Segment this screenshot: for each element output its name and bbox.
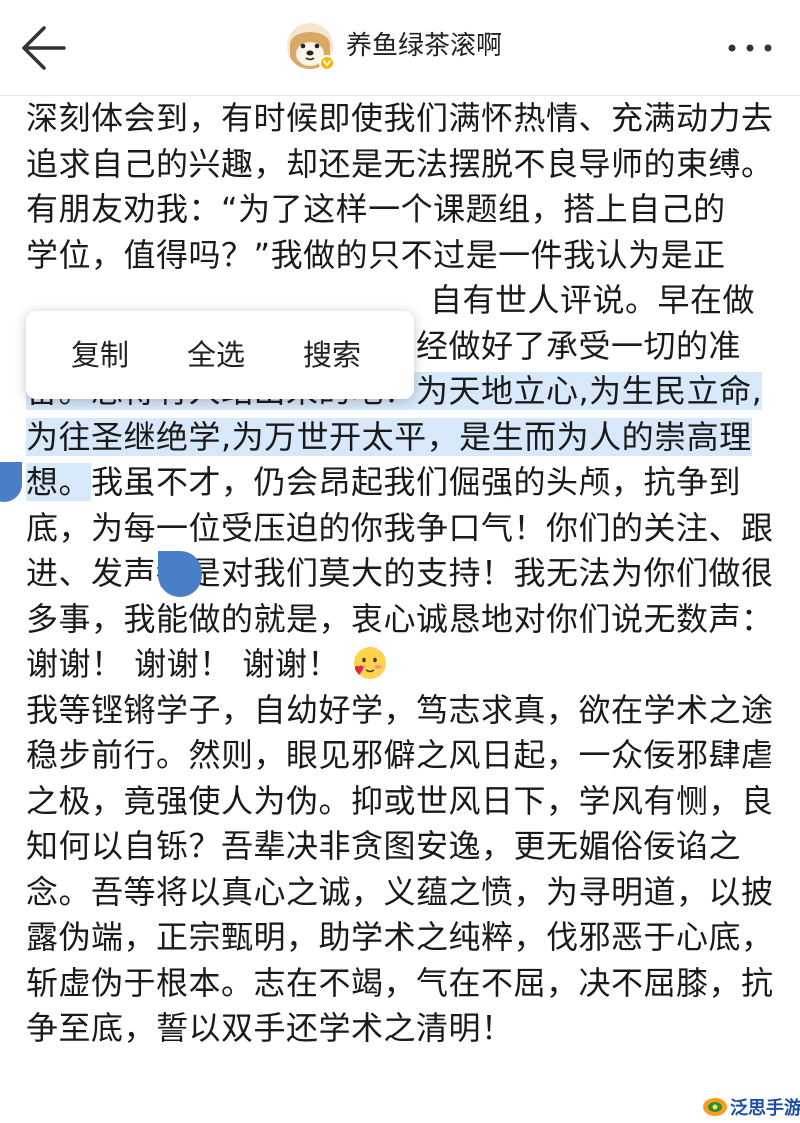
paragraph: 有朋友劝我：“为了这样一个课题组，搭上自己的 学位，值得吗？”我做的只不过是一件… <box>26 187 776 688</box>
top-bar: 养鱼绿茶滚啊 <box>0 0 800 96</box>
paragraph: 深刻体会到，有时候即使我们满怀热情、充满动力去追求自己的兴趣，却还是无法摆脱不良… <box>26 99 774 183</box>
watermark-logo-icon <box>703 1098 727 1116</box>
avatar[interactable] <box>286 22 335 71</box>
text-line: 有朋友劝我：“为了这样一个课题组，搭上自己的 <box>26 190 726 228</box>
more-options-icon[interactable] <box>720 28 780 68</box>
page-title: 养鱼绿茶滚啊 <box>346 31 503 61</box>
watermark: 泛思手游网 <box>702 1093 800 1119</box>
dog-avatar-icon <box>287 23 335 71</box>
back-arrow-icon[interactable] <box>14 18 78 78</box>
text-line: 自有世人评说。早在做 <box>430 281 756 319</box>
article-body: 深刻体会到，有时候即使我们满怀热情、充满动力去追求自己的兴趣，却还是无法摆脱不良… <box>26 96 776 1052</box>
select-all-button[interactable]: 全选 <box>187 311 245 399</box>
text-selection-menu: 复制 全选 搜索 <box>26 311 414 399</box>
selection-start-handle[interactable] <box>0 462 22 502</box>
text-run: 我虽不才，仍会昂起我们倔强的头颅，抗争到底，为每一位受压迫的你我争口气！你们的关… <box>26 463 774 683</box>
blushing-emoji-icon <box>353 647 386 679</box>
search-button[interactable]: 搜索 <box>303 311 361 399</box>
paragraph: 我等铿锵学子，自幼好学，笃志求真，欲在学术之途稳步前行。然则，眼见邪僻之风日起，… <box>26 690 774 1048</box>
watermark-text: 泛思手游网 <box>730 1098 800 1119</box>
selection-end-handle[interactable] <box>158 551 202 597</box>
text-line: 学位，值得吗？”我做的只不过是一件我认为是正 <box>26 235 726 274</box>
copy-button[interactable]: 复制 <box>71 311 129 399</box>
